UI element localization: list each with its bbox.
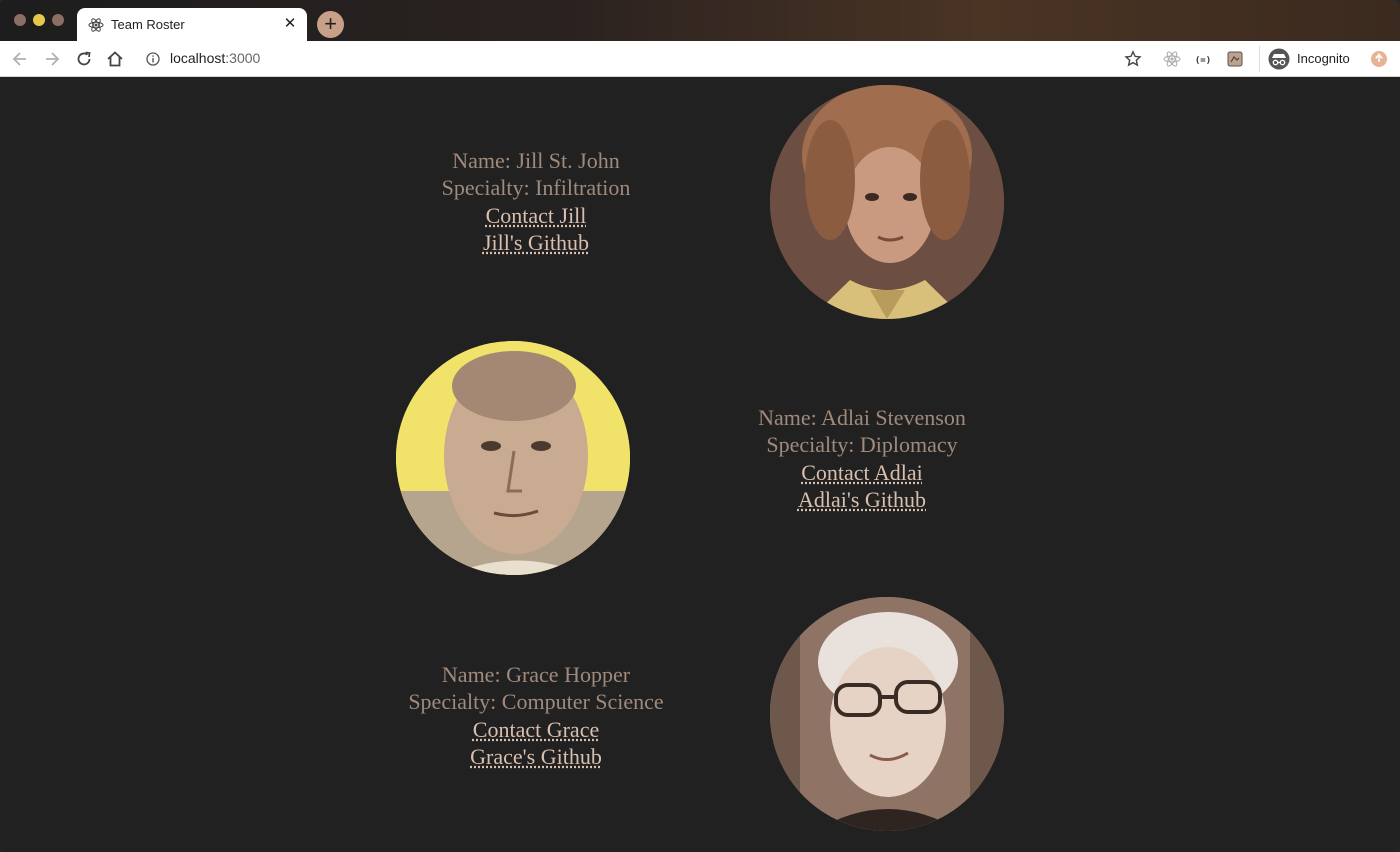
address-bar[interactable]: localhost:3000 <box>170 50 260 66</box>
member-name: Name: Adlai Stevenson <box>758 405 966 430</box>
browser-tab[interactable]: Team Roster ✕ <box>77 8 307 44</box>
url-host: localhost <box>170 50 226 66</box>
tab-title: Team Roster <box>111 17 185 32</box>
portrait-jill <box>770 85 1004 319</box>
home-icon[interactable] <box>105 49 125 69</box>
portrait-grace <box>770 597 1004 831</box>
member-photo <box>770 85 1004 319</box>
incognito-label: Incognito <box>1297 51 1350 66</box>
github-link[interactable]: Grace's Github <box>376 743 696 770</box>
react-icon <box>88 18 104 32</box>
url-port: :3000 <box>225 50 261 66</box>
forward-arrow-icon[interactable] <box>42 49 62 69</box>
member-card-info: Name: Adlai Stevenson Specialty: Diploma… <box>732 404 992 513</box>
reload-icon[interactable] <box>74 49 94 69</box>
member-name: Name: Jill St. John <box>452 148 620 173</box>
bookmark-star-icon[interactable] <box>1124 50 1142 68</box>
member-photo <box>770 597 1004 831</box>
contact-link[interactable]: Contact Grace <box>376 716 696 743</box>
react-devtools-icon[interactable] <box>1163 50 1181 68</box>
member-specialty: Specialty: Diplomacy <box>766 432 958 458</box>
svg-text:(=): (=) <box>1195 56 1211 66</box>
window-close-button[interactable] <box>14 14 26 26</box>
window-minimize-button[interactable] <box>33 14 45 26</box>
contact-link[interactable]: Contact Adlai <box>732 459 992 486</box>
member-card-info: Name: Jill St. John Specialty: Infiltrat… <box>406 147 666 256</box>
member-name: Name: Grace Hopper <box>441 662 631 687</box>
window-maximize-button[interactable] <box>52 14 64 26</box>
new-tab-button[interactable]: + <box>317 11 344 38</box>
member-specialty: Specialty: Infiltration <box>441 175 631 201</box>
github-link[interactable]: Adlai's Github <box>732 486 992 513</box>
info-icon[interactable] <box>146 52 160 66</box>
page-content: Name: Jill St. John Specialty: Infiltrat… <box>0 77 1400 852</box>
contact-link[interactable]: Contact Jill <box>406 202 666 229</box>
browser-window: Team Roster ✕ + localhost:3000 (=) Incog… <box>0 0 1400 852</box>
member-photo <box>396 341 630 575</box>
update-icon[interactable] <box>1370 50 1388 68</box>
github-link[interactable]: Jill's Github <box>406 229 666 256</box>
tab-close-icon[interactable]: ✕ <box>281 15 299 33</box>
redux-devtools-icon[interactable]: (=) <box>1194 50 1212 68</box>
browser-toolbar: localhost:3000 (=) Incognito <box>0 41 1400 77</box>
portrait-adlai <box>396 341 630 575</box>
back-arrow-icon[interactable] <box>10 49 30 69</box>
title-bar: Team Roster ✕ + <box>0 0 1400 44</box>
member-card-info: Name: Grace Hopper Specialty: Computer S… <box>376 661 696 770</box>
incognito-icon <box>1268 48 1290 70</box>
member-specialty: Specialty: Computer Science <box>408 689 664 715</box>
extension-icon[interactable] <box>1226 50 1244 68</box>
incognito-indicator[interactable]: Incognito <box>1259 46 1364 72</box>
